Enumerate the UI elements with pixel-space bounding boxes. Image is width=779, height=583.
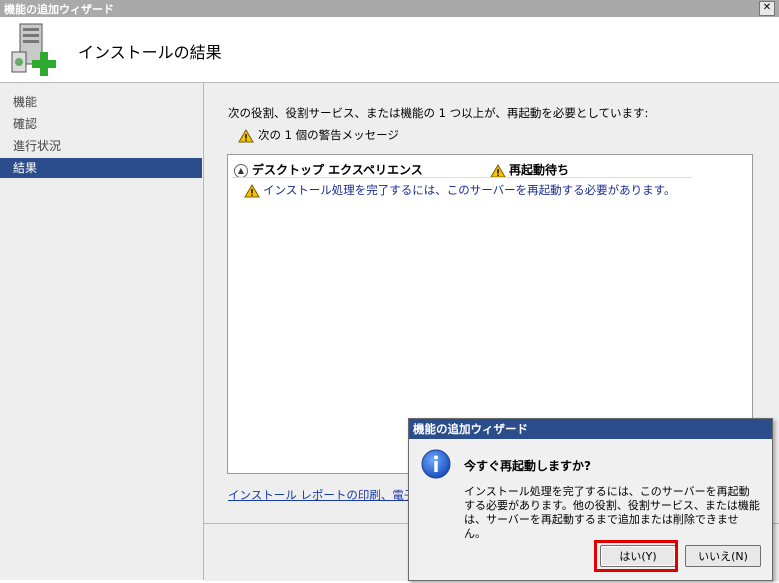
warning-triangle-icon xyxy=(244,183,260,197)
nav-item-progress[interactable]: 進行状況 xyxy=(0,136,202,156)
wizard-steps-nav: 機能 確認 進行状況 結果 xyxy=(0,83,204,580)
row-divider xyxy=(232,177,692,178)
annotation-highlight-box xyxy=(594,540,678,572)
info-icon xyxy=(421,449,451,479)
no-button[interactable]: いいえ(N) xyxy=(685,545,761,567)
warning-summary-text: 次の 1 個の警告メッセージ xyxy=(258,128,399,142)
print-report-link[interactable]: インストール レポートの印刷、電子メー xyxy=(228,487,438,503)
result-detail: インストール処理を完了するには、このサーバーを再起動する必要があります。 xyxy=(244,182,676,198)
nav-item-results[interactable]: 結果 xyxy=(0,158,202,178)
results-intro-text: 次の役割、役割サービス、または機能の 1 つ以上が、再起動を必要としています: xyxy=(228,106,649,120)
result-status: 再起動待ち xyxy=(490,161,569,178)
nav-item-confirm[interactable]: 確認 xyxy=(0,114,202,134)
warning-triangle-icon xyxy=(238,128,254,142)
result-detail-text: インストール処理を完了するには、このサーバーを再起動する必要があります。 xyxy=(263,183,676,197)
page-title: インストールの結果 xyxy=(78,43,222,62)
nav-item-features[interactable]: 機能 xyxy=(0,92,202,112)
wizard-header: インストールの結果 xyxy=(0,17,779,83)
window-title: 機能の追加ウィザード xyxy=(4,3,114,16)
result-feature-row[interactable]: ▲ デスクトップ エクスペリエンス xyxy=(234,161,423,178)
server-add-icon xyxy=(11,23,56,76)
warning-summary: 次の 1 個の警告メッセージ xyxy=(238,127,399,143)
warning-triangle-icon xyxy=(490,163,506,177)
dialog-message: インストール処理を完了するには、このサーバーを再起動する必要があります。他の役割… xyxy=(464,485,760,540)
dialog-title: 機能の追加ウィザード xyxy=(409,419,772,439)
title-bar: 機能の追加ウィザード ✕ xyxy=(0,0,779,17)
result-feature-name: デスクトップ エクスペリエンス xyxy=(252,163,423,177)
close-button[interactable]: ✕ xyxy=(759,1,775,16)
dialog-question: 今すぐ再起動しますか? xyxy=(464,459,591,473)
restart-dialog: 機能の追加ウィザード 今すぐ再起動しますか? インストール処理を完了するには、こ… xyxy=(408,418,773,581)
chevron-up-icon[interactable]: ▲ xyxy=(234,163,248,178)
result-status-text: 再起動待ち xyxy=(509,163,570,177)
